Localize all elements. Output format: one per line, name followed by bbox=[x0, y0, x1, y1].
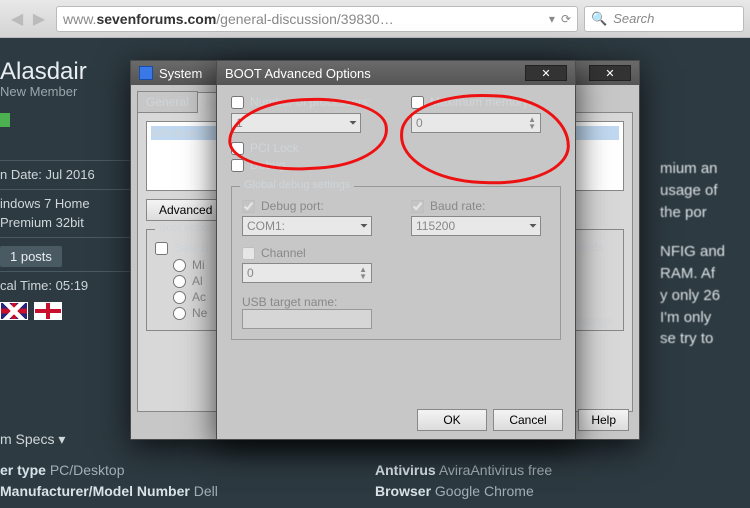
system-specs-detail: er type PC/Desktop Manufacturer/Model Nu… bbox=[0, 460, 750, 502]
username[interactable]: Alasdair bbox=[0, 58, 130, 86]
spec-label: Antivirus bbox=[375, 462, 436, 478]
help-button[interactable]: Help bbox=[578, 409, 629, 431]
safeboot-network-radio[interactable] bbox=[173, 307, 186, 320]
num-processors-checkbox[interactable] bbox=[231, 96, 244, 109]
boot-advanced-titlebar[interactable]: BOOT Advanced Options ✕ bbox=[217, 61, 575, 85]
safe-boot-checkbox[interactable] bbox=[155, 242, 168, 255]
boot-advanced-title: BOOT Advanced Options bbox=[225, 66, 371, 81]
timeout-suffix: onds bbox=[578, 240, 613, 254]
safeboot-altshell-radio[interactable] bbox=[173, 275, 186, 288]
spec-label: Manufacturer/Model Number bbox=[0, 483, 190, 499]
cancel-button[interactable]: Cancel bbox=[493, 409, 563, 431]
spec-label: er type bbox=[0, 462, 46, 478]
channel-input: 0 ▲▼ bbox=[242, 263, 372, 283]
ok-button[interactable]: OK bbox=[417, 409, 487, 431]
url-domain: sevenforums.com bbox=[96, 11, 216, 27]
safeboot-minimal-radio[interactable] bbox=[173, 259, 186, 272]
spec-label: Browser bbox=[375, 483, 431, 499]
debug-port-select: COM1: bbox=[242, 216, 372, 236]
close-button[interactable]: ✕ bbox=[525, 65, 567, 81]
local-time: cal Time: 05:19 bbox=[0, 276, 130, 296]
tab-general[interactable]: General bbox=[137, 91, 198, 112]
max-memory-checkbox[interactable] bbox=[411, 96, 424, 109]
system-specs-toggle[interactable]: m Specs ▾ bbox=[0, 431, 65, 448]
url-prefix: www. bbox=[63, 11, 96, 27]
browser-search[interactable]: 🔍 Search bbox=[584, 6, 744, 32]
reload-icon[interactable]: ⟳ bbox=[561, 12, 571, 26]
online-indicator-icon bbox=[0, 113, 10, 127]
url-bar[interactable]: www. sevenforums.com /general-discussion… bbox=[56, 6, 578, 32]
safeboot-adrepair-radio[interactable] bbox=[173, 291, 186, 304]
forum-user-sidebar: Alasdair New Member n Date: Jul 2016 ind… bbox=[0, 38, 130, 320]
msconfig-title: System bbox=[159, 66, 202, 81]
max-memory-label[interactable]: Maximum memory: bbox=[411, 95, 561, 109]
num-processors-select[interactable]: 1 bbox=[231, 113, 361, 133]
url-path: /general-discussion/39830… bbox=[216, 11, 393, 27]
spinner-icon[interactable]: ▲▼ bbox=[528, 116, 536, 130]
user-role: New Member bbox=[0, 84, 130, 99]
channel-checkbox bbox=[242, 247, 255, 260]
post-count[interactable]: 1 posts bbox=[0, 246, 62, 268]
pci-lock-label: PCI Lock bbox=[250, 141, 299, 155]
advanced-options-button[interactable]: Advanced bbox=[146, 199, 225, 221]
permanent-suffix: ettings bbox=[578, 314, 613, 328]
join-date: n Date: Jul 2016 bbox=[0, 165, 130, 185]
boot-advanced-window: BOOT Advanced Options ✕ Number of proces… bbox=[216, 60, 576, 440]
rss-icon[interactable]: ▾ bbox=[549, 12, 555, 26]
app-icon bbox=[139, 66, 153, 80]
search-placeholder: Search bbox=[613, 11, 654, 26]
debug-checkbox[interactable] bbox=[231, 159, 244, 172]
england-flag-icon bbox=[34, 302, 62, 320]
search-icon: 🔍 bbox=[591, 11, 607, 27]
usb-target-label: USB target name: bbox=[242, 295, 550, 309]
back-button[interactable]: ◀ bbox=[6, 8, 28, 30]
os-line1: indows 7 Home bbox=[0, 194, 130, 214]
usb-target-input bbox=[242, 309, 372, 329]
debug-port-checkbox bbox=[242, 200, 255, 213]
max-memory-input[interactable]: 0 ▲▼ bbox=[411, 113, 541, 133]
baud-rate-select: 115200 bbox=[411, 216, 541, 236]
browser-toolbar: ◀ ▶ www. sevenforums.com /general-discus… bbox=[0, 0, 750, 38]
page-background: Alasdair New Member n Date: Jul 2016 ind… bbox=[0, 38, 750, 508]
baud-rate-checkbox bbox=[411, 200, 424, 213]
boot-options-legend: Boot option bbox=[155, 222, 219, 234]
forward-button[interactable]: ▶ bbox=[28, 8, 50, 30]
spinner-icon: ▲▼ bbox=[359, 266, 367, 280]
post-body-fragment: mium an usage of the por NFIG and RAM. A… bbox=[660, 158, 750, 350]
pci-lock-checkbox[interactable] bbox=[231, 142, 244, 155]
uk-flag-icon bbox=[0, 302, 28, 320]
global-debug-group: Global debug settings Debug port: COM1: … bbox=[231, 186, 561, 340]
close-button[interactable]: ✕ bbox=[589, 65, 631, 81]
os-line2: Premium 32bit bbox=[0, 213, 130, 233]
global-debug-legend: Global debug settings bbox=[240, 179, 354, 191]
debug-label: Debug bbox=[250, 158, 285, 172]
num-processors-label[interactable]: Number of processors: bbox=[231, 95, 381, 109]
